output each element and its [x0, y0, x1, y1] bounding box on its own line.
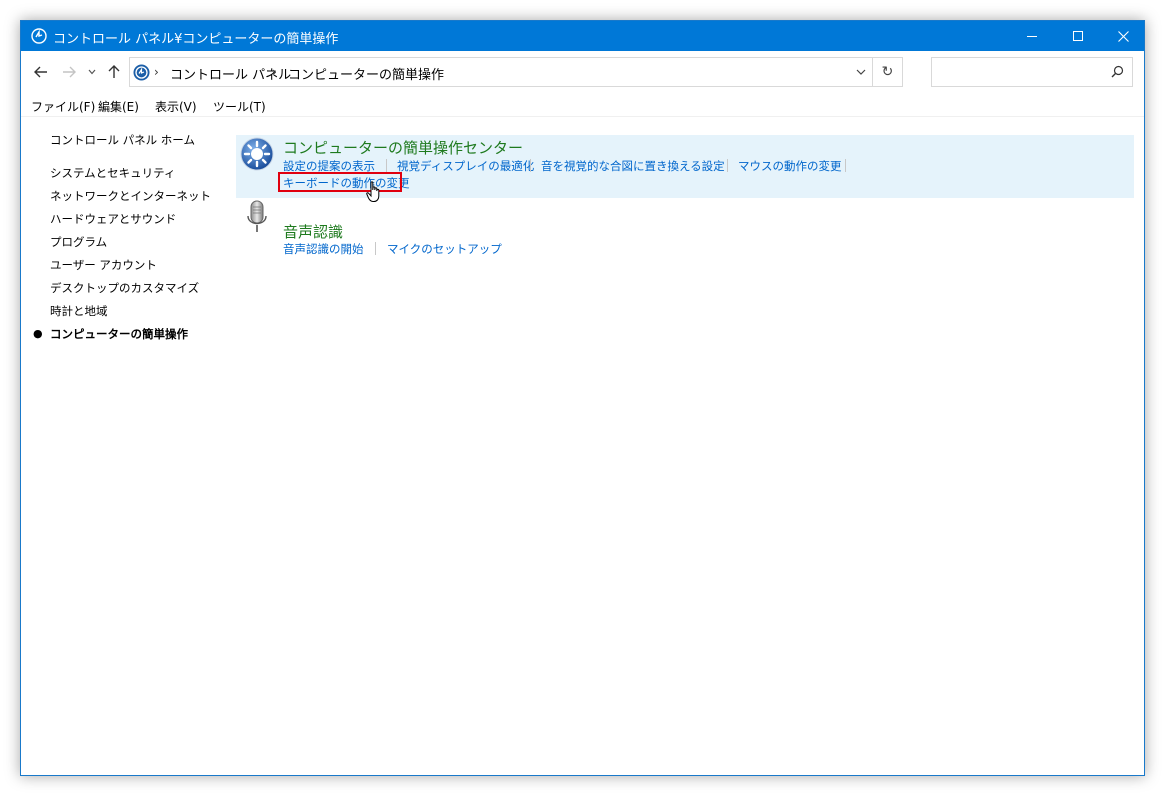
- chevron-down-icon: [88, 69, 96, 75]
- refresh-button[interactable]: ↻: [872, 58, 902, 86]
- chevron-down-icon: [856, 69, 866, 75]
- breadcrumb-ease-of-access[interactable]: コンピューターの簡単操作: [288, 64, 444, 83]
- back-button[interactable]: [31, 62, 51, 82]
- minimize-icon: [1027, 36, 1037, 37]
- menu-view[interactable]: 表示(V): [155, 98, 197, 115]
- sidebar-item-home[interactable]: コントロール パネル ホーム: [50, 132, 195, 148]
- title-bar[interactable]: コントロール パネル¥コンピューターの簡単操作: [21, 21, 1144, 51]
- link-mouse-settings[interactable]: マウスの動作の変更: [738, 158, 842, 174]
- sidebar-item-user-accounts[interactable]: ユーザー アカウント: [50, 257, 157, 273]
- refresh-icon: ↻: [881, 64, 894, 80]
- sidebar-item-ease-of-access[interactable]: コンピューターの簡単操作: [50, 326, 188, 342]
- ease-of-access-icon[interactable]: [240, 137, 274, 171]
- microphone-icon[interactable]: [244, 199, 270, 233]
- sidebar: コントロール パネル ホーム システムとセキュリティ ネットワークとインターネッ…: [21, 117, 231, 757]
- search-icon: [1111, 65, 1124, 78]
- link-divider: [375, 242, 376, 255]
- control-panel-window: コントロール パネル¥コンピューターの簡単操作 › コントロール パネル › コ…: [20, 20, 1145, 776]
- hand-cursor-icon: [366, 181, 380, 202]
- address-toolbar: › コントロール パネル › コンピューターの簡単操作 ↻: [21, 51, 1144, 93]
- window-title: コントロール パネル¥コンピューターの簡単操作: [53, 32, 339, 47]
- link-setup-microphone[interactable]: マイクのセットアップ: [387, 241, 502, 257]
- sidebar-item-network[interactable]: ネットワークとインターネット: [50, 188, 211, 204]
- minimize-button[interactable]: [1009, 21, 1055, 51]
- forward-arrow-icon: [63, 66, 76, 78]
- menu-file[interactable]: ファイル(F): [31, 98, 95, 115]
- close-button[interactable]: [1100, 21, 1146, 51]
- link-start-speech-recognition[interactable]: 音声認識の開始: [283, 241, 364, 257]
- close-icon: [1117, 30, 1129, 42]
- sidebar-item-system-security[interactable]: システムとセキュリティ: [50, 165, 175, 181]
- control-panel-app-icon: [31, 28, 47, 44]
- address-history-dropdown[interactable]: [850, 58, 872, 86]
- annotation-highlight-box: [278, 172, 402, 192]
- sidebar-item-clock-region[interactable]: 時計と地域: [50, 303, 108, 319]
- sidebar-item-hardware-sound[interactable]: ハードウェアとサウンド: [50, 211, 176, 227]
- recent-locations-button[interactable]: [85, 62, 99, 82]
- breadcrumb-separator-icon: ›: [272, 65, 277, 79]
- menu-bar: ファイル(F) 編集(E) 表示(V) ツール(T): [21, 95, 1144, 117]
- current-item-bullet-icon: ●: [33, 327, 43, 340]
- link-replace-sounds[interactable]: 音を視覚的な合図に置き換える設定: [541, 158, 725, 174]
- address-box[interactable]: › コントロール パネル › コンピューターの簡単操作 ↻: [129, 57, 903, 87]
- up-button[interactable]: [104, 62, 124, 82]
- maximize-button[interactable]: [1055, 21, 1101, 51]
- link-divider: [386, 159, 387, 172]
- breadcrumb-separator-icon: ›: [154, 65, 159, 79]
- search-input[interactable]: [936, 62, 1106, 82]
- back-arrow-icon: [34, 66, 47, 78]
- link-divider: [845, 159, 846, 172]
- link-divider: [727, 159, 728, 172]
- sidebar-item-programs[interactable]: プログラム: [50, 234, 107, 250]
- sidebar-item-desktop[interactable]: デスクトップのカスタマイズ: [50, 280, 199, 296]
- menu-tools[interactable]: ツール(T): [213, 98, 266, 115]
- forward-button[interactable]: [59, 62, 79, 82]
- maximize-icon: [1073, 31, 1083, 41]
- category-title-speech-recognition[interactable]: 音声認識: [283, 221, 343, 242]
- link-optimize-display[interactable]: 視覚ディスプレイの最適化: [397, 158, 534, 174]
- control-panel-icon: [133, 64, 150, 81]
- search-box[interactable]: [931, 57, 1133, 87]
- link-divider: [530, 159, 531, 172]
- menu-edit[interactable]: 編集(E): [98, 98, 139, 115]
- category-title-ease-of-access-center[interactable]: コンピューターの簡単操作センター: [283, 137, 523, 158]
- main-content: コンピューターの簡単操作センター 設定の提案の表示 視覚ディスプレイの最適化 音…: [236, 117, 1136, 757]
- up-arrow-icon: [108, 65, 120, 78]
